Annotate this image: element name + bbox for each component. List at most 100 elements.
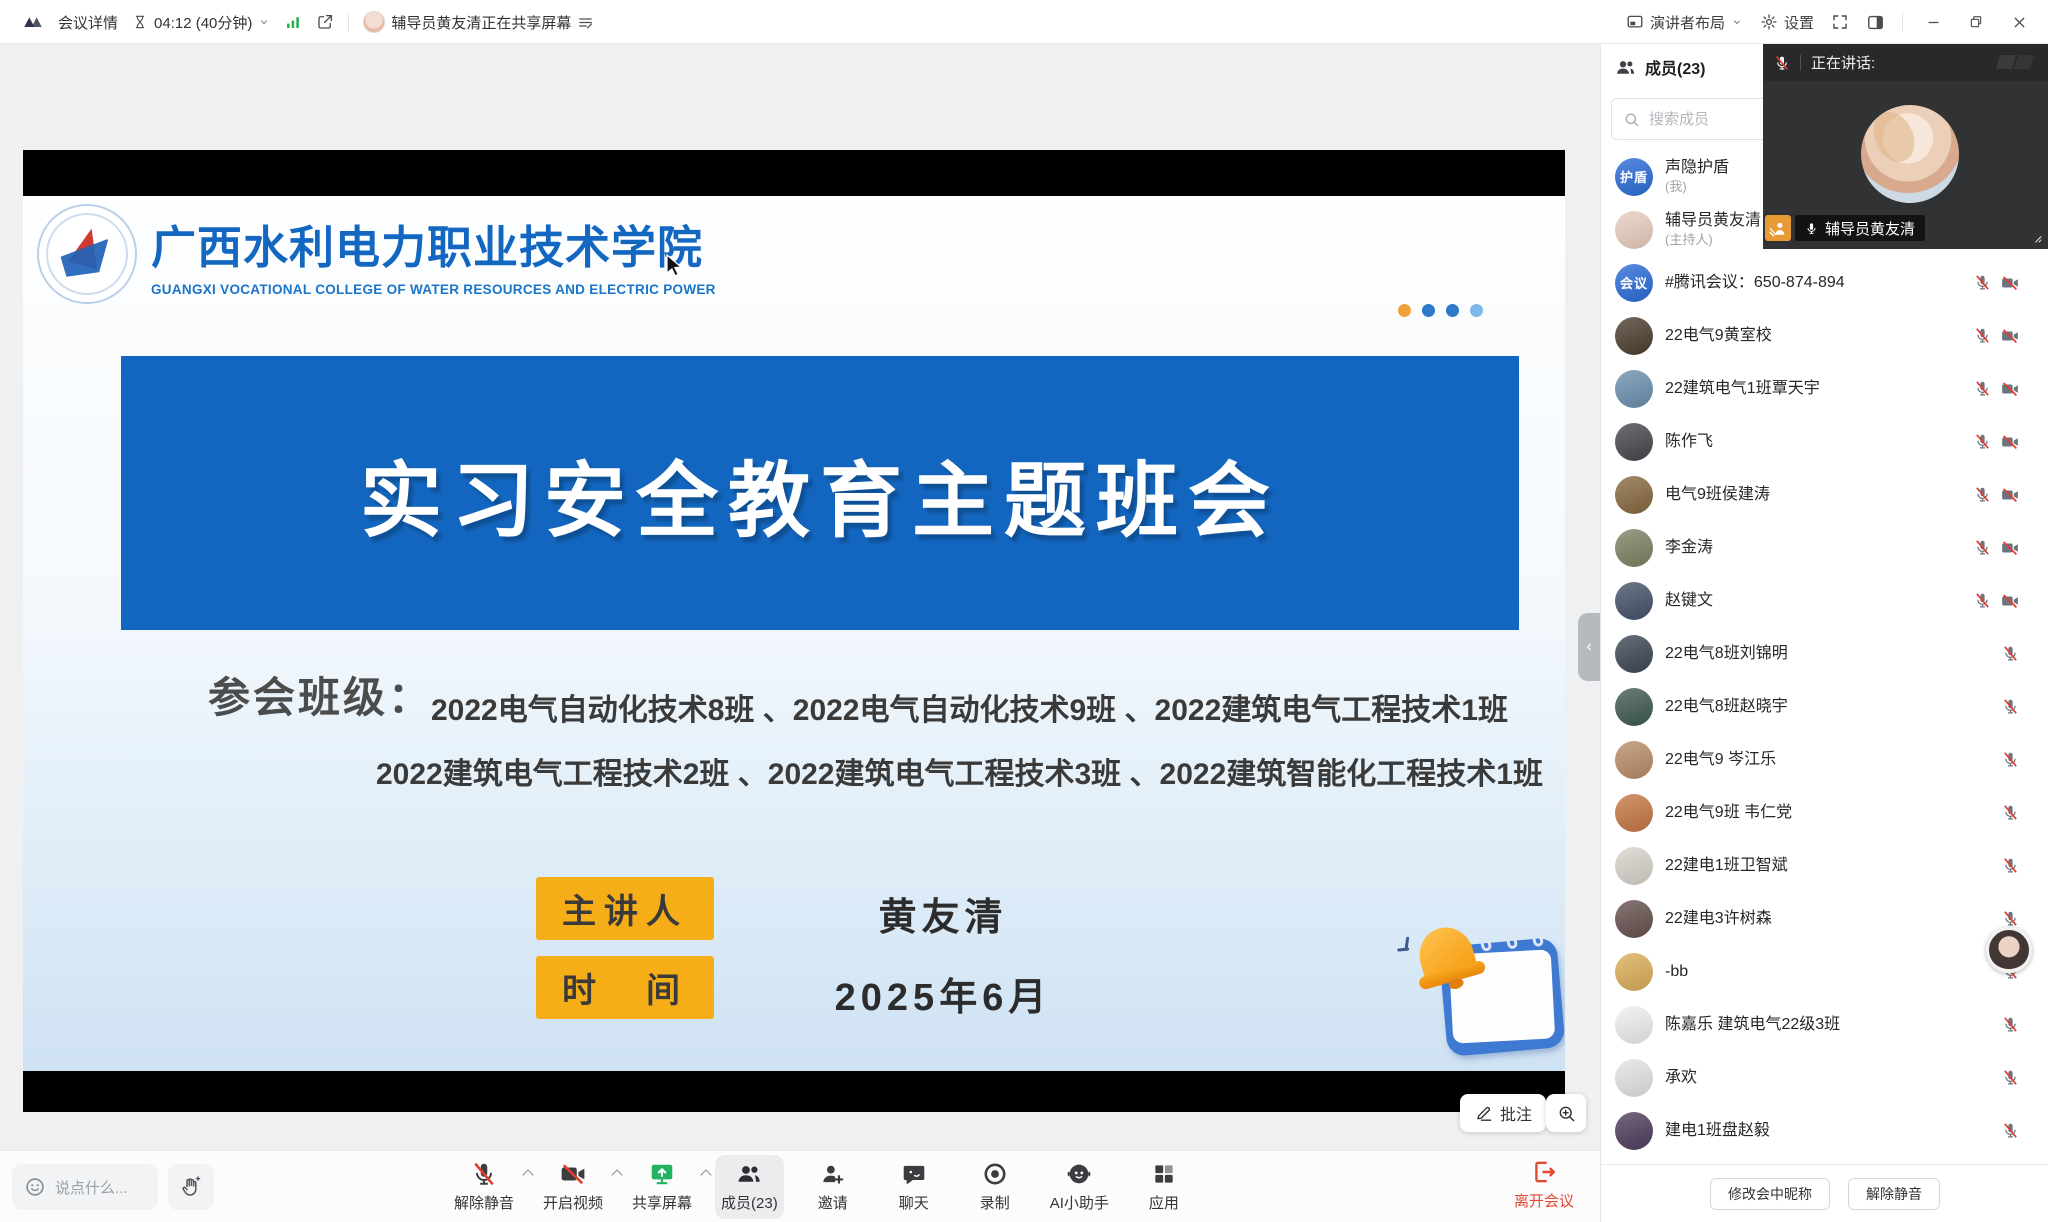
meeting-timer[interactable]: 04:12 (40分钟) bbox=[132, 12, 270, 33]
member-row[interactable]: -bb bbox=[1601, 945, 2048, 998]
member-avatar bbox=[1615, 741, 1653, 779]
letterbox-top bbox=[23, 150, 1565, 196]
member-row[interactable]: 赵键文 bbox=[1601, 574, 2048, 627]
settings-button[interactable]: 设置 bbox=[1760, 12, 1814, 33]
share-options-chevron[interactable] bbox=[700, 1169, 711, 1180]
member-avatar bbox=[1615, 1112, 1653, 1150]
member-row[interactable]: 会议 #腾讯会议：650-874-894 bbox=[1601, 256, 2048, 309]
divider bbox=[1800, 55, 1801, 71]
mic-muted-icon[interactable] bbox=[2002, 857, 2019, 874]
mic-muted-icon[interactable] bbox=[1974, 539, 1991, 556]
speaker-label-box: 主讲人 bbox=[536, 877, 714, 940]
timer-text: 04:12 (40分钟) bbox=[154, 12, 252, 33]
rename-button[interactable]: 修改会中昵称 bbox=[1710, 1178, 1830, 1210]
mic-muted-icon[interactable] bbox=[2002, 1122, 2019, 1139]
mic-muted-icon[interactable] bbox=[2002, 645, 2019, 662]
open-in-window-icon[interactable] bbox=[316, 13, 334, 31]
annotate-button[interactable]: 批注 bbox=[1460, 1094, 1546, 1132]
members-button[interactable]: 成员(23) bbox=[715, 1155, 784, 1219]
mic-muted-icon[interactable] bbox=[1974, 327, 1991, 344]
maximize-restore-button[interactable] bbox=[1963, 9, 1989, 35]
mic-muted-icon[interactable] bbox=[2002, 910, 2019, 927]
member-row[interactable]: 承欢 bbox=[1601, 1051, 2048, 1104]
layout-switcher[interactable]: 演讲者布局 bbox=[1626, 12, 1743, 33]
college-name-cn: 广西水利电力职业技术学院 bbox=[151, 211, 716, 276]
video-options-chevron[interactable] bbox=[611, 1169, 622, 1180]
member-row[interactable]: 22电气9黄室校 bbox=[1601, 309, 2048, 362]
camera-muted-icon bbox=[560, 1161, 586, 1187]
start-video-button[interactable]: 开启视频 bbox=[537, 1155, 609, 1219]
unmute-self-button[interactable]: 解除静音 bbox=[1848, 1178, 1940, 1210]
member-row[interactable]: 李金涛 bbox=[1601, 521, 2048, 574]
camera-muted-icon[interactable] bbox=[2001, 486, 2019, 504]
member-row[interactable]: 电气9班侯建涛 bbox=[1601, 468, 2048, 521]
invite-button[interactable]: 邀请 bbox=[801, 1155, 865, 1219]
sharing-status-chip[interactable]: 辅导员黄友清正在共享屏幕 bbox=[363, 11, 594, 33]
leave-meeting-button[interactable]: 离开会议 bbox=[1514, 1159, 1574, 1211]
record-button[interactable]: 录制 bbox=[963, 1155, 1027, 1219]
shared-screen-region: 广西水利电力职业技术学院 GUANGXI VOCATIONAL COLLEGE … bbox=[0, 44, 1600, 1222]
member-avatar bbox=[1615, 423, 1653, 461]
camera-muted-icon[interactable] bbox=[2001, 433, 2019, 451]
mic-muted-icon bbox=[1774, 55, 1790, 71]
member-row[interactable]: 陈作飞 bbox=[1601, 415, 2048, 468]
chat-icon bbox=[901, 1161, 927, 1187]
member-avatar bbox=[1615, 1059, 1653, 1097]
mic-muted-icon[interactable] bbox=[1974, 592, 1991, 609]
slide-title: 实习安全教育主题班会 bbox=[360, 434, 1280, 553]
mic-muted-icon[interactable] bbox=[1974, 433, 1991, 450]
member-row[interactable]: 22电气9班 韦仁党 bbox=[1601, 786, 2048, 839]
speaker-name: 辅导员黄友清 bbox=[1825, 218, 1915, 239]
speaker-video-panel[interactable]: 正在讲话: 辅导员黄友清 bbox=[1763, 44, 2048, 249]
smiley-icon[interactable] bbox=[24, 1176, 46, 1198]
minimize-button[interactable] bbox=[1920, 9, 1946, 35]
raise-hand-button[interactable] bbox=[168, 1164, 214, 1210]
meeting-toolbar: 说点什么... 解除静音 开启视频 共享屏幕 bbox=[0, 1150, 1600, 1222]
member-row[interactable]: 22建电3许树森 bbox=[1601, 892, 2048, 945]
member-row[interactable]: 22建电1班卫智斌 bbox=[1601, 839, 2048, 892]
mic-muted-icon[interactable] bbox=[2002, 804, 2019, 821]
camera-muted-icon[interactable] bbox=[2001, 274, 2019, 292]
mic-muted-icon[interactable] bbox=[2002, 1069, 2019, 1086]
member-row[interactable]: 陈嘉乐 建筑电气22级3班 bbox=[1601, 998, 2048, 1051]
member-row[interactable]: 建电1班盘赵毅 bbox=[1601, 1104, 2048, 1157]
close-button[interactable] bbox=[2006, 9, 2032, 35]
toggle-sidebar-icon[interactable] bbox=[1866, 13, 1885, 32]
mic-muted-icon[interactable] bbox=[2002, 698, 2019, 715]
network-signal-icon[interactable] bbox=[284, 13, 302, 31]
mic-muted-icon[interactable] bbox=[1974, 380, 1991, 397]
member-avatar bbox=[1615, 1006, 1653, 1044]
member-row[interactable]: 22电气8班赵晓宇 bbox=[1601, 680, 2048, 733]
collapse-sidebar-handle[interactable]: ‹ bbox=[1578, 613, 1600, 681]
share-screen-button[interactable]: 共享屏幕 bbox=[626, 1155, 698, 1219]
member-row[interactable]: 22建筑电气1班覃天宇 bbox=[1601, 362, 2048, 415]
camera-muted-icon[interactable] bbox=[2001, 592, 2019, 610]
mic-muted-icon[interactable] bbox=[1974, 274, 1991, 291]
member-avatar bbox=[1615, 635, 1653, 673]
chevron-down-icon bbox=[1731, 16, 1743, 28]
fullscreen-icon[interactable] bbox=[1831, 13, 1849, 31]
mic-muted-icon[interactable] bbox=[1974, 486, 1991, 503]
mic-muted-icon[interactable] bbox=[2002, 1016, 2019, 1033]
member-row[interactable]: 22电气9 岑江乐 bbox=[1601, 733, 2048, 786]
mic-options-chevron[interactable] bbox=[522, 1169, 533, 1180]
apps-button[interactable]: 应用 bbox=[1132, 1155, 1196, 1219]
member-avatar: 护盾 bbox=[1615, 158, 1653, 196]
camera-muted-icon[interactable] bbox=[2001, 539, 2019, 557]
camera-muted-icon[interactable] bbox=[2001, 380, 2019, 398]
camera-muted-icon[interactable] bbox=[2001, 327, 2019, 345]
mic-muted-icon[interactable] bbox=[2002, 751, 2019, 768]
annotate-label: 批注 bbox=[1500, 1101, 1532, 1125]
chat-button[interactable]: 聊天 bbox=[882, 1155, 946, 1219]
unmute-button[interactable]: 解除静音 bbox=[448, 1155, 520, 1219]
screen-sharing-badge-icon bbox=[1765, 215, 1791, 241]
member-row[interactable]: 22电气8班刘锦明 bbox=[1601, 627, 2048, 680]
meeting-details-button[interactable]: 会议详情 bbox=[58, 12, 118, 33]
zoom-in-button[interactable] bbox=[1546, 1094, 1586, 1132]
divider bbox=[348, 13, 349, 31]
quick-chat-input[interactable]: 说点什么... bbox=[12, 1164, 158, 1210]
floating-member-video-bubble[interactable] bbox=[1986, 927, 2032, 973]
sharing-options-icon[interactable] bbox=[577, 14, 594, 31]
ai-assistant-button[interactable]: AI小助手 bbox=[1044, 1155, 1115, 1219]
resize-handle[interactable] bbox=[2027, 228, 2043, 244]
